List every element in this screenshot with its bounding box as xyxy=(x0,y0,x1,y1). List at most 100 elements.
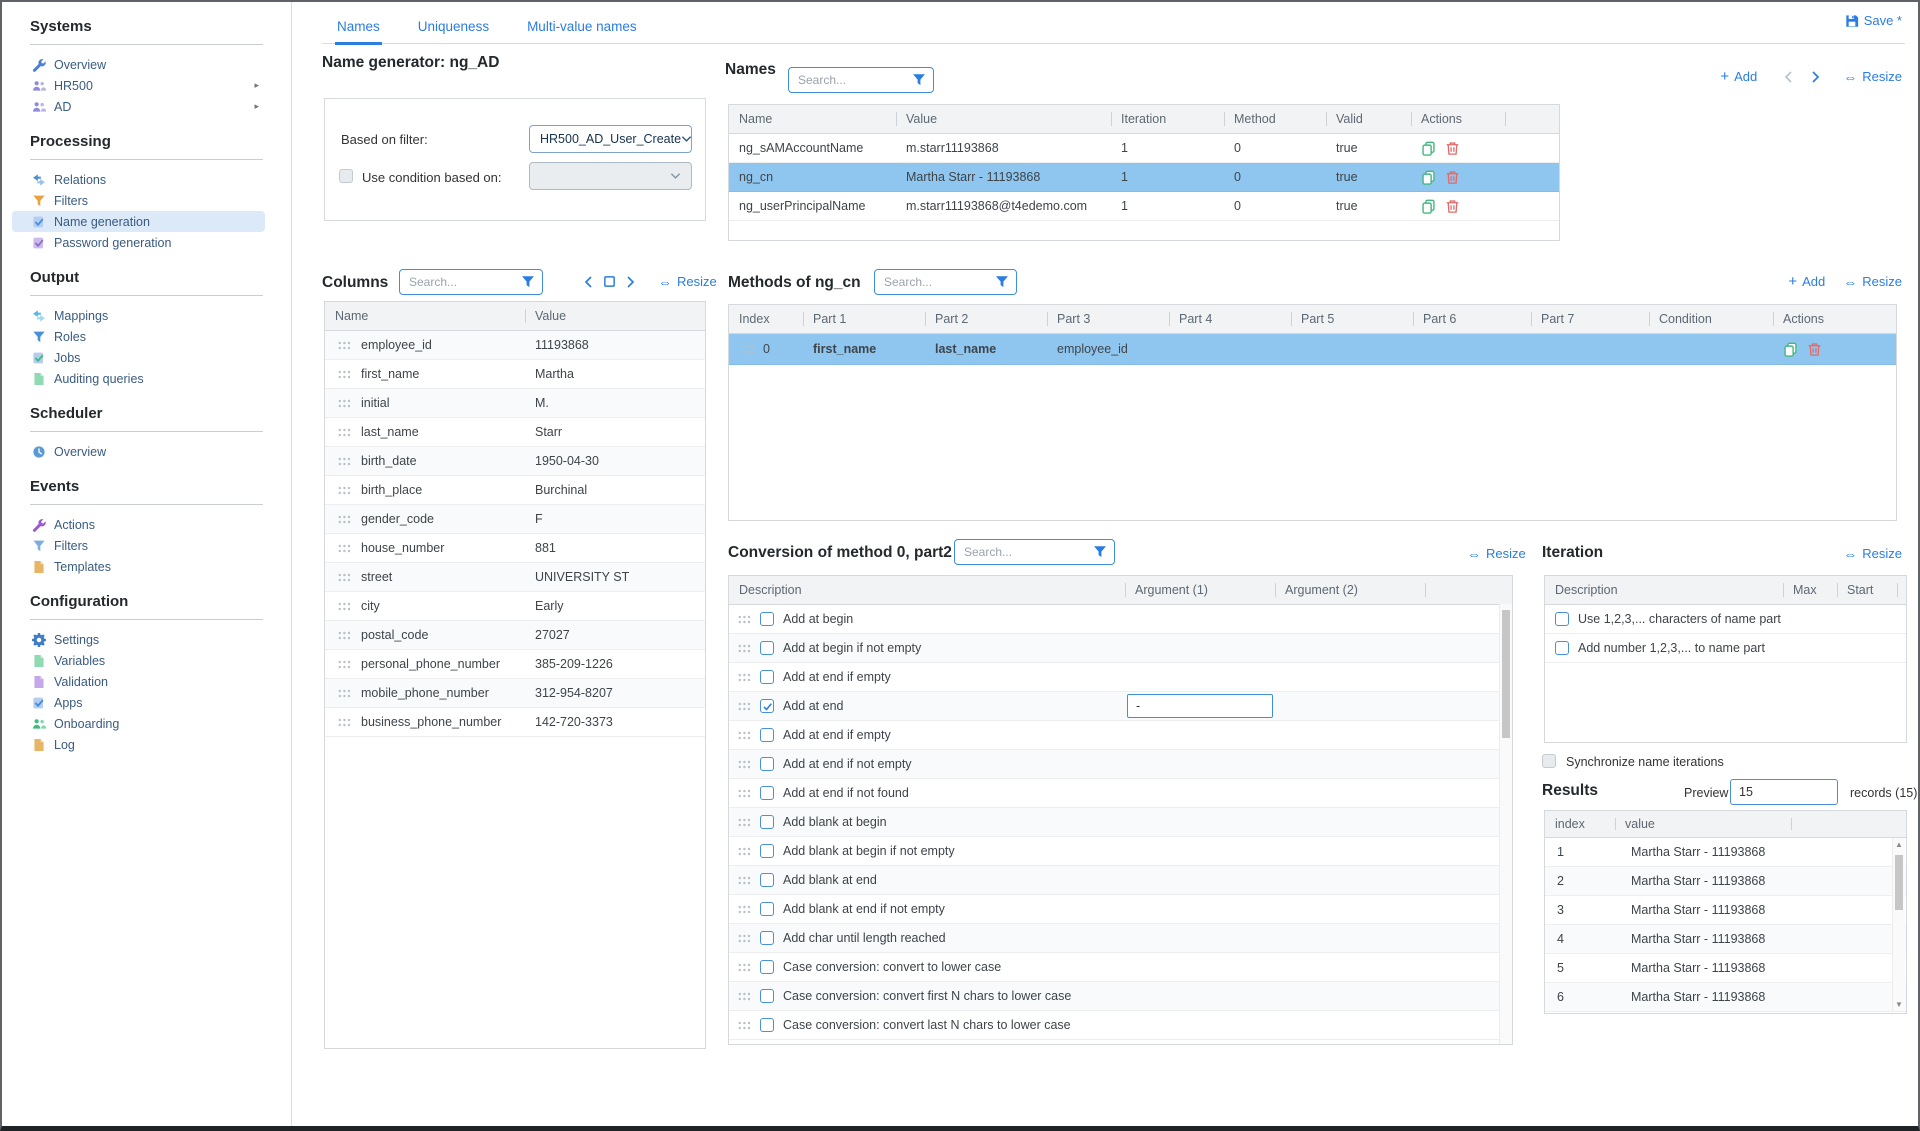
sidebar-item-overview[interactable]: Overview xyxy=(12,54,265,75)
drag-handle-icon[interactable] xyxy=(737,672,751,682)
methods-search-input[interactable] xyxy=(882,274,995,290)
filter-funnel-icon[interactable] xyxy=(521,275,535,289)
drag-handle-icon[interactable] xyxy=(337,659,351,669)
drag-handle-icon[interactable] xyxy=(737,904,751,914)
trash-icon[interactable] xyxy=(1445,199,1460,214)
drag-handle-icon[interactable] xyxy=(737,875,751,885)
checkbox[interactable] xyxy=(760,757,774,771)
drag-handle-icon[interactable] xyxy=(737,1020,751,1030)
scroll-up-icon[interactable]: ▲ xyxy=(1893,838,1905,851)
conversion-row[interactable]: Add at begin if not empty xyxy=(729,634,1512,663)
columns-row[interactable]: cityEarly xyxy=(325,592,705,621)
checkbox[interactable] xyxy=(760,670,774,684)
conversion-row[interactable]: Add blank at end if not empty xyxy=(729,895,1512,924)
drag-handle-icon[interactable] xyxy=(337,572,351,582)
conversion-row[interactable]: Add at end if not found xyxy=(729,779,1512,808)
argument-1-input[interactable] xyxy=(1127,694,1273,718)
columns-row[interactable]: business_phone_number142-720-3373 xyxy=(325,708,705,737)
results-row[interactable]: 2Martha Starr - 11193868 xyxy=(1545,867,1906,896)
results-row[interactable]: 5Martha Starr - 11193868 xyxy=(1545,954,1906,983)
checkbox[interactable] xyxy=(760,873,774,887)
sidebar-item-auditing-queries[interactable]: Auditing queries xyxy=(12,368,265,389)
columns-row[interactable]: streetUNIVERSITY ST xyxy=(325,563,705,592)
sidebar-item-hr500[interactable]: HR500▸ xyxy=(12,75,265,96)
conversion-search-input[interactable] xyxy=(962,544,1093,560)
methods-row[interactable]: 0first_namelast_nameemployee_id xyxy=(729,334,1896,365)
columns-row[interactable]: last_nameStarr xyxy=(325,418,705,447)
sidebar-item-ad[interactable]: AD▸ xyxy=(12,96,265,117)
checkbox[interactable] xyxy=(760,786,774,800)
trash-icon[interactable] xyxy=(1445,170,1460,185)
drag-handle-icon[interactable] xyxy=(741,344,755,354)
names-row[interactable]: ng_cnMartha Starr - 1119386810true xyxy=(729,163,1559,192)
columns-row[interactable]: mobile_phone_number312-954-8207 xyxy=(325,679,705,708)
drag-handle-icon[interactable] xyxy=(337,485,351,495)
conversion-row[interactable]: Add at end if empty xyxy=(729,663,1512,692)
checkbox[interactable] xyxy=(760,699,774,713)
drag-handle-icon[interactable] xyxy=(737,759,751,769)
conversion-row[interactable]: Add char until length reached xyxy=(729,924,1512,953)
results-row[interactable]: 4Martha Starr - 11193868 xyxy=(1545,925,1906,954)
columns-row[interactable]: first_nameMartha xyxy=(325,360,705,389)
sidebar-item-relations[interactable]: Relations xyxy=(12,169,265,190)
scrollbar-thumb[interactable] xyxy=(1895,855,1903,910)
sidebar-item-templates[interactable]: Templates xyxy=(12,556,265,577)
sidebar-item-log[interactable]: Log xyxy=(12,734,265,755)
results-row[interactable]: 6Martha Starr - 11193868 xyxy=(1545,983,1906,1012)
sidebar-item-overview[interactable]: Overview xyxy=(12,441,265,462)
names-row[interactable]: ng_userPrincipalNamem.starr11193868@t4ed… xyxy=(729,192,1559,221)
columns-row[interactable]: birth_date1950-04-30 xyxy=(325,447,705,476)
checkbox[interactable] xyxy=(760,989,774,1003)
drag-handle-icon[interactable] xyxy=(337,514,351,524)
checkbox[interactable] xyxy=(760,931,774,945)
tab-multi-value-names[interactable]: Multi-value names xyxy=(525,19,639,43)
checkbox[interactable] xyxy=(760,960,774,974)
columns-row[interactable]: personal_phone_number385-209-1226 xyxy=(325,650,705,679)
names-search-input[interactable] xyxy=(796,72,912,88)
iteration-row[interactable]: Use 1,2,3,... characters of name part xyxy=(1545,605,1906,634)
drag-handle-icon[interactable] xyxy=(737,701,751,711)
names-resize-button[interactable]: ⇔Resize xyxy=(1843,69,1902,84)
sidebar-item-filters[interactable]: Filters xyxy=(12,190,265,211)
copy-icon[interactable] xyxy=(1783,342,1798,357)
results-row[interactable]: 1Martha Starr - 11193868 xyxy=(1545,838,1906,867)
conversion-row[interactable]: Add blank at begin if not empty xyxy=(729,837,1512,866)
names-next-button[interactable] xyxy=(1809,70,1821,84)
sidebar-item-roles[interactable]: Roles xyxy=(12,326,265,347)
scroll-down-icon[interactable]: ▼ xyxy=(1893,998,1905,1011)
conversion-row[interactable]: Add at end if empty xyxy=(729,721,1512,750)
columns-row[interactable]: house_number881 xyxy=(325,534,705,563)
columns-row[interactable]: initialM. xyxy=(325,389,705,418)
columns-row[interactable]: gender_codeF xyxy=(325,505,705,534)
tab-names[interactable]: Names xyxy=(335,19,382,45)
drag-handle-icon[interactable] xyxy=(737,614,751,624)
checkbox[interactable] xyxy=(760,612,774,626)
names-row[interactable]: ng_sAMAccountNamem.starr1119386810true xyxy=(729,134,1559,163)
filter-select[interactable]: HR500_AD_User_Create xyxy=(529,125,692,153)
filter-funnel-icon[interactable] xyxy=(912,73,926,87)
methods-resize-button[interactable]: ⇔Resize xyxy=(1843,274,1902,289)
sidebar-item-name-generation[interactable]: Name generation xyxy=(12,211,265,232)
drag-handle-icon[interactable] xyxy=(337,427,351,437)
conversion-scrollbar[interactable] xyxy=(1499,604,1512,1044)
save-button[interactable]: Save * xyxy=(1845,13,1902,28)
columns-row[interactable]: postal_code27027 xyxy=(325,621,705,650)
drag-handle-icon[interactable] xyxy=(337,717,351,727)
sidebar-item-onboarding[interactable]: Onboarding xyxy=(12,713,265,734)
checkbox[interactable] xyxy=(760,1018,774,1032)
drag-handle-icon[interactable] xyxy=(737,788,751,798)
checkbox[interactable] xyxy=(760,902,774,916)
conversion-row[interactable]: Add at end if not empty xyxy=(729,750,1512,779)
names-prev-button[interactable] xyxy=(1783,70,1795,84)
conversion-row[interactable]: Add blank at end xyxy=(729,866,1512,895)
columns-prev-button[interactable] xyxy=(583,275,595,289)
drag-handle-icon[interactable] xyxy=(337,398,351,408)
conversion-row[interactable]: Case conversion: convert last N chars to… xyxy=(729,1011,1512,1040)
checkbox[interactable] xyxy=(760,815,774,829)
sidebar-item-password-generation[interactable]: Password generation xyxy=(12,232,265,253)
trash-icon[interactable] xyxy=(1445,141,1460,156)
drag-handle-icon[interactable] xyxy=(337,456,351,466)
drag-handle-icon[interactable] xyxy=(337,369,351,379)
columns-resize-button[interactable]: ⇔Resize xyxy=(658,274,717,289)
use-condition-checkbox[interactable] xyxy=(339,169,353,183)
